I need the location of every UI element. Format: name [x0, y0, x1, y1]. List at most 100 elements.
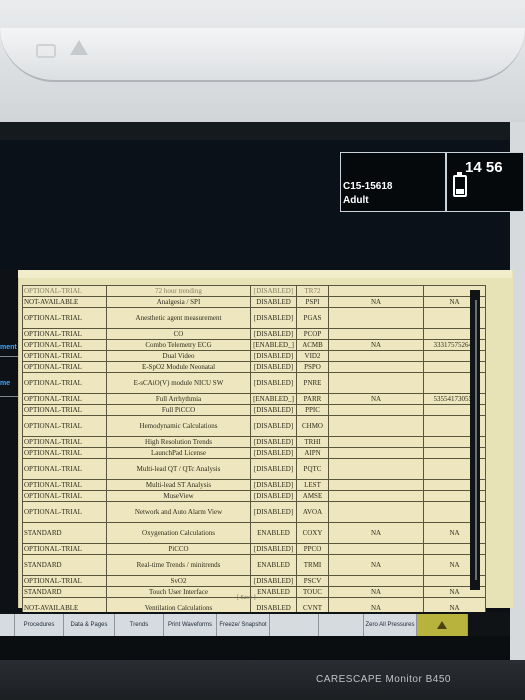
feature-code: PSCV — [296, 575, 329, 587]
battery-icon — [453, 172, 467, 197]
side-menu-label[interactable]: me — [0, 380, 10, 387]
license-count: NA — [328, 522, 424, 544]
alarm-pause-icon — [36, 44, 56, 58]
feature-state: [DISABLED] — [250, 285, 297, 297]
feature-name: Dual Video — [106, 350, 251, 362]
license-status: OPTIONAL-TRIAL — [22, 404, 107, 416]
patient-info-box[interactable]: C15-15618 Adult — [340, 152, 446, 212]
license-status: OPTIONAL-TRIAL — [22, 328, 107, 340]
table-row: OPTIONAL-TRIAL PiCCO [DISABLED] PPCO — [22, 543, 486, 555]
table-row: NOT-AVAILABLE Analgesia / SPI DISABLED PSPI… — [22, 296, 486, 308]
feature-code: LEST — [296, 479, 329, 491]
feature-state: [DISABLED] — [250, 372, 297, 394]
feature-code: PARR — [296, 393, 329, 405]
license-count: NA — [328, 586, 424, 598]
alarm-bell-icon — [437, 621, 447, 629]
license-count — [328, 436, 424, 448]
license-status: OPTIONAL-TRIAL — [22, 285, 107, 297]
feature-state: [DISABLED] — [250, 350, 297, 362]
softkey-blank[interactable] — [319, 614, 364, 636]
print-waveforms-button[interactable]: Print Waveforms — [164, 614, 217, 636]
save-button[interactable]: [ Save ] — [237, 595, 256, 601]
zero-all-pressures-button[interactable]: Zero All Pressures — [364, 614, 417, 636]
license-count — [328, 458, 424, 480]
license-count — [328, 285, 424, 297]
license-count — [328, 575, 424, 587]
side-menu-label[interactable]: ment — [0, 344, 17, 351]
license-count — [328, 372, 424, 394]
feature-state: [DISABLED] — [250, 447, 297, 459]
monitor-handle — [0, 28, 525, 82]
license-status: OPTIONAL-TRIAL — [22, 447, 107, 459]
license-count — [328, 479, 424, 491]
feature-state: [DISABLED] — [250, 479, 297, 491]
feature-state: [DISABLED] — [250, 328, 297, 340]
table-row: OPTIONAL-TRIAL Network and Auto Alarm Vie… — [22, 501, 486, 523]
clock: 14 56 — [465, 159, 503, 176]
table-row: OPTIONAL-TRIAL E-SpO2 Module Neonatal [DIS… — [22, 361, 486, 373]
feature-state: [DISABLED] — [250, 490, 297, 502]
brand-label: CARESCAPE Monitor B450 — [316, 674, 451, 685]
trends-button[interactable]: Trends — [115, 614, 164, 636]
data-pages-button[interactable]: Data & Pages — [64, 614, 115, 636]
panel-top-strip — [18, 270, 512, 278]
feature-code: PCOP — [296, 328, 329, 340]
feature-state: [DISABLED] — [250, 575, 297, 587]
table-row: OPTIONAL-TRIAL High Resolution Trends [DIS… — [22, 436, 486, 448]
license-status: STANDARD — [22, 586, 107, 598]
feature-name: Hemodynamic Calculations — [106, 415, 251, 437]
feature-name: MuseView — [106, 490, 251, 502]
table-row: OPTIONAL-TRIAL Combo Telemetry ECG [ENABLE… — [22, 339, 486, 351]
status-box[interactable]: 14 56 — [446, 152, 524, 212]
feature-state: [DISABLED] — [250, 501, 297, 523]
table-row: STANDARD Oxygenation Calculations ENABLED C… — [22, 522, 486, 544]
softkey-blank[interactable] — [0, 614, 15, 636]
license-status: OPTIONAL-TRIAL — [22, 501, 107, 523]
license-status: STANDARD — [22, 554, 107, 576]
monitor-housing-bottom: CARESCAPE Monitor B450 — [0, 660, 525, 700]
feature-name: Oxygenation Calculations — [106, 522, 251, 544]
feature-code: PPCO — [296, 543, 329, 555]
scroll-track[interactable] — [475, 300, 477, 580]
license-count — [328, 501, 424, 523]
feature-name: Multi-lead QT / QTc Analysis — [106, 458, 251, 480]
table-row: OPTIONAL-TRIAL Full Arrhythmia [ENABLED_] P… — [22, 393, 486, 405]
feature-code: PSPI — [296, 296, 329, 308]
feature-name: Network and Auto Alarm View — [106, 501, 251, 523]
feature-state: [DISABLED] — [250, 543, 297, 555]
feature-state: [DISABLED] — [250, 361, 297, 373]
license-count: NA — [328, 339, 424, 351]
feature-name: Multi-lead ST Analysis — [106, 479, 251, 491]
feature-name: Touch User Interface — [106, 586, 251, 598]
feature-code: PPIC — [296, 404, 329, 416]
feature-state: [DISABLED] — [250, 436, 297, 448]
procedures-button[interactable]: Procedures — [15, 614, 64, 636]
license-count — [328, 328, 424, 340]
feature-name: LaunchPad License — [106, 447, 251, 459]
feature-state: DISABLED — [250, 296, 297, 308]
freeze-snapshot-button[interactable]: Freeze/ Snapshot — [217, 614, 270, 636]
license-count — [328, 361, 424, 373]
feature-name: Real-time Trends / minitrends — [106, 554, 251, 576]
feature-code: PSPO — [296, 361, 329, 373]
alarm-button[interactable] — [417, 614, 468, 636]
table-row: OPTIONAL-TRIAL Multi-lead QT / QTc Analys… — [22, 458, 486, 480]
table-row: OPTIONAL-TRIAL LaunchPad License [DISABLED… — [22, 447, 486, 459]
feature-name: PiCCO — [106, 543, 251, 555]
feature-code: TOUC — [296, 586, 329, 598]
table-row: OPTIONAL-TRIAL Dual Video [DISABLED] VID2 — [22, 350, 486, 362]
license-count: NA — [328, 554, 424, 576]
license-status: OPTIONAL-TRIAL — [22, 339, 107, 351]
feature-code: ACMB — [296, 339, 329, 351]
softkey-blank[interactable] — [270, 614, 319, 636]
feature-code: AMSE — [296, 490, 329, 502]
license-status: OPTIONAL-TRIAL — [22, 361, 107, 373]
feature-name: Full PiCCO — [106, 404, 251, 416]
feature-name: Analgesia / SPI — [106, 296, 251, 308]
feature-name: High Resolution Trends — [106, 436, 251, 448]
feature-code: PNRE — [296, 372, 329, 394]
table-row: OPTIONAL-TRIAL Multi-lead ST Analysis [DIS… — [22, 479, 486, 491]
licenses-table: OPTIONAL-TRIAL 72 hour trending [DISABLED]… — [22, 285, 486, 619]
feature-state: [DISABLED] — [250, 458, 297, 480]
license-count — [328, 543, 424, 555]
